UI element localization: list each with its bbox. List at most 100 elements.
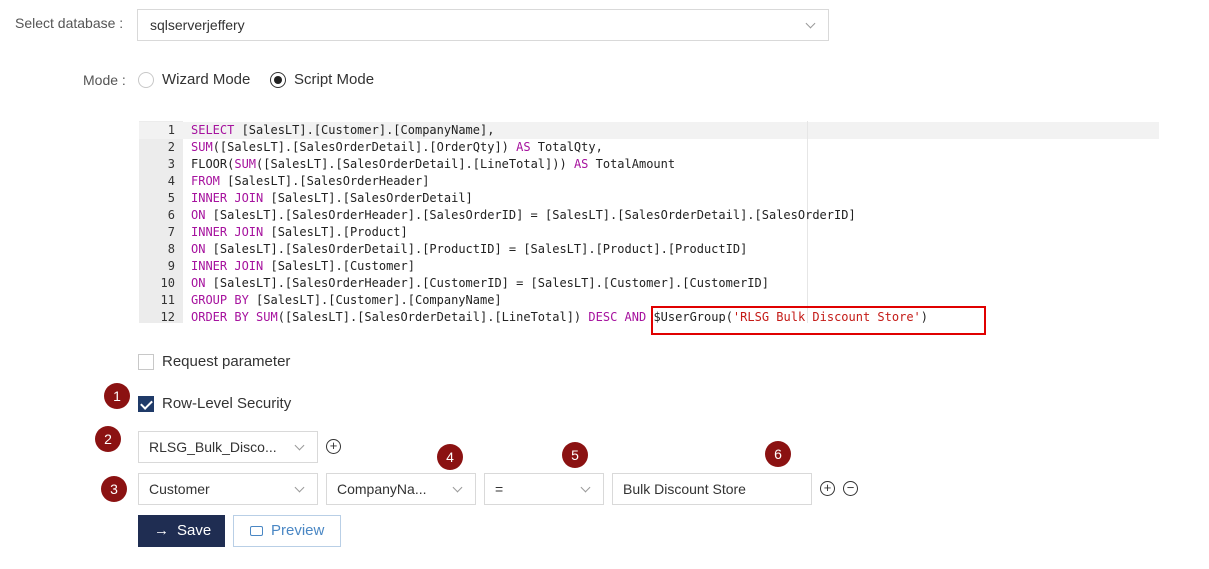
code-token: ORDER BY xyxy=(191,310,249,323)
line-number: 11 xyxy=(160,293,175,307)
column-select[interactable]: CompanyNa... xyxy=(326,473,476,505)
code-token: SUM xyxy=(234,157,257,171)
step-badge-5: 5 xyxy=(562,442,588,468)
operator-select[interactable]: = xyxy=(484,473,604,505)
row-level-security-label[interactable]: Row-Level Security xyxy=(162,395,291,412)
preview-button-label: Preview xyxy=(271,522,325,539)
select-database-label: Select database : xyxy=(15,15,124,31)
row-level-security-checkbox[interactable] xyxy=(138,396,154,412)
code-text: GROUP BY [SalesLT].[Customer].[CompanyNa… xyxy=(191,292,502,309)
step-badge-3: 3 xyxy=(101,476,127,502)
code-text: FROM [SalesLT].[SalesOrderHeader] xyxy=(191,173,429,190)
highlight-box xyxy=(651,306,986,335)
code-token: ON xyxy=(191,276,206,290)
line-number: 4 xyxy=(167,174,175,188)
chevron-down-icon xyxy=(580,482,591,493)
line-number: 7 xyxy=(167,225,175,239)
remove-filter-icon[interactable]: − xyxy=(843,481,858,496)
request-parameter-label[interactable]: Request parameter xyxy=(162,353,290,370)
request-parameter-checkbox[interactable] xyxy=(138,354,154,370)
line-number: 2 xyxy=(167,140,175,154)
preview-button[interactable]: Preview xyxy=(233,515,341,547)
step-badge-6: 6 xyxy=(765,441,791,467)
code-text: FLOOR(SUM([SalesLT].[SalesOrderDetail].[… xyxy=(191,156,675,173)
code-token: [SalesLT].[Customer].[CompanyName] xyxy=(248,293,502,307)
chevron-down-icon xyxy=(805,18,816,29)
filter-value-input[interactable]: Bulk Discount Store xyxy=(612,473,812,505)
save-button-label: Save xyxy=(177,522,212,539)
code-token: SUM xyxy=(191,140,213,154)
mode-label: Mode : xyxy=(83,72,126,88)
step-badge-1: 1 xyxy=(104,383,130,409)
step-badge-4: 4 xyxy=(437,444,463,470)
operator-select-value: = xyxy=(495,481,504,497)
wizard-mode-radio[interactable] xyxy=(138,72,154,88)
code-text: SELECT [SalesLT].[Customer].[CompanyName… xyxy=(191,122,494,139)
code-token: [SalesLT].[SalesOrderDetail] xyxy=(263,191,473,205)
script-mode-label[interactable]: Script Mode xyxy=(294,71,374,88)
line-number: 9 xyxy=(167,259,175,273)
chevron-down-icon xyxy=(294,482,305,493)
script-mode-radio[interactable] xyxy=(270,72,286,88)
code-text: INNER JOIN [SalesLT].[SalesOrderDetail] xyxy=(191,190,473,207)
rls-group-value: RLSG_Bulk_Disco... xyxy=(149,439,277,455)
code-text: ON [SalesLT].[SalesOrderHeader].[SalesOr… xyxy=(191,207,856,224)
code-token: SUM xyxy=(256,310,278,323)
line-number: 5 xyxy=(167,191,175,205)
code-token: ON xyxy=(191,208,206,222)
code-token: FROM xyxy=(191,174,220,188)
code-token: AS xyxy=(573,157,589,171)
code-text: ON [SalesLT].[SalesOrderDetail].[Product… xyxy=(191,241,747,258)
chevron-down-icon xyxy=(452,482,463,493)
table-select[interactable]: Customer xyxy=(138,473,318,505)
code-token: TotalAmount xyxy=(588,157,676,171)
code-token: DESC xyxy=(588,310,618,323)
wizard-mode-label[interactable]: Wizard Mode xyxy=(162,71,250,88)
add-group-icon[interactable]: + xyxy=(326,439,341,454)
code-text: INNER JOIN [SalesLT].[Product] xyxy=(191,224,408,241)
database-select-value: sqlserverjeffery xyxy=(150,17,245,33)
column-select-value: CompanyNa... xyxy=(337,481,427,497)
code-token: [SalesLT].[SalesOrderHeader] xyxy=(219,174,430,188)
line-number: 6 xyxy=(167,208,175,222)
code-text: ON [SalesLT].[SalesOrderHeader].[Custome… xyxy=(191,275,769,292)
line-number: 10 xyxy=(160,276,175,290)
code-token: [SalesLT].[SalesOrderHeader].[CustomerID… xyxy=(205,276,769,290)
code-token: INNER JOIN xyxy=(191,191,264,205)
code-token: AND xyxy=(624,310,647,323)
code-text: SUM([SalesLT].[SalesOrderDetail].[OrderQ… xyxy=(191,139,603,156)
arrow-right-icon: → xyxy=(154,522,169,539)
code-token: [SalesLT].[Product] xyxy=(263,225,408,239)
code-token: INNER JOIN xyxy=(191,225,264,239)
code-token: [SalesLT].[Customer].[CompanyName], xyxy=(234,123,495,137)
code-token: AS xyxy=(516,140,531,154)
rls-group-select[interactable]: RLSG_Bulk_Disco... xyxy=(138,431,318,463)
chevron-down-icon xyxy=(294,440,305,451)
code-token: ([SalesLT].[SalesOrderDetail].[OrderQty]… xyxy=(212,140,517,154)
code-token: SELECT xyxy=(191,123,235,137)
sql-script-editor[interactable]: 1 SELECT [SalesLT].[Customer].[CompanyNam… xyxy=(139,121,1175,323)
line-number: 1 xyxy=(167,123,175,137)
code-token: [SalesLT].[SalesOrderDetail].[ProductID]… xyxy=(205,242,748,256)
step-badge-2: 2 xyxy=(95,426,121,452)
code-token: [SalesLT].[Customer] xyxy=(263,259,415,273)
add-filter-icon[interactable]: + xyxy=(820,481,835,496)
code-token: ON xyxy=(191,242,206,256)
database-select[interactable]: sqlserverjeffery xyxy=(137,9,829,41)
code-token: TotalQty, xyxy=(530,140,603,154)
table-select-value: Customer xyxy=(149,481,210,497)
code-token: FLOOR xyxy=(191,157,228,171)
code-token: GROUP BY xyxy=(191,293,249,307)
code-token: INNER JOIN xyxy=(191,259,264,273)
save-button[interactable]: → Save xyxy=(138,515,225,547)
line-number: 12 xyxy=(160,310,175,323)
line-number: 3 xyxy=(167,157,175,171)
code-token: ([SalesLT].[SalesOrderDetail].[LineTotal… xyxy=(256,157,574,171)
preview-icon xyxy=(250,526,263,536)
code-text: INNER JOIN [SalesLT].[Customer] xyxy=(191,258,415,275)
line-number: 8 xyxy=(167,242,175,256)
code-token: [SalesLT].[SalesOrderHeader].[SalesOrder… xyxy=(205,208,856,222)
code-token: ([SalesLT].[SalesOrderDetail].[LineTotal… xyxy=(277,310,589,323)
